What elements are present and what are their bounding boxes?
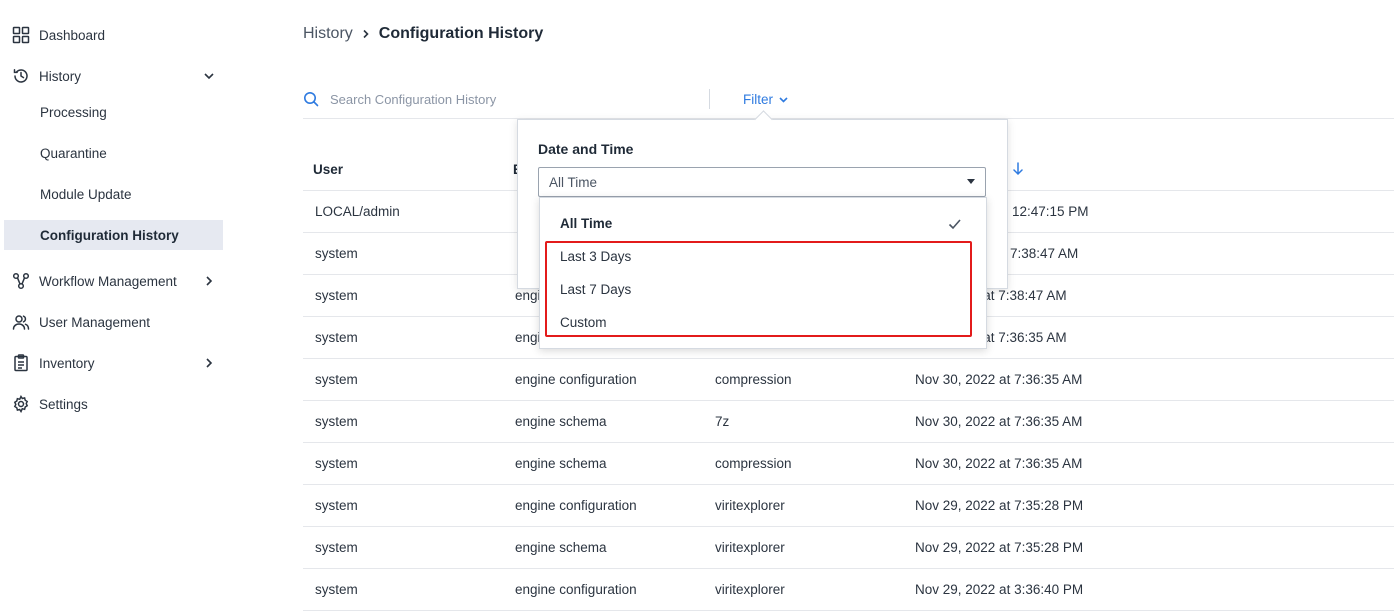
sidebar-item-label: Dashboard [39, 27, 106, 43]
table-row[interactable]: system engine schema viritexplorer Nov 29, … [303, 526, 1394, 569]
cell-date: 7:38:47 AM [1010, 245, 1079, 261]
cell-date: Nov 30, 2022 at 7:36:35 AM [915, 371, 1083, 387]
option-custom[interactable]: Custom [560, 310, 607, 334]
sidebar-item-label: History [39, 68, 82, 84]
sidebar-item-history[interactable]: History [0, 61, 230, 91]
cell-date: Nov 30, 2022 at 7:36:35 AM [915, 455, 1083, 471]
sidebar-item-user-management[interactable]: User Management [0, 307, 230, 337]
popover-arrow [754, 110, 773, 129]
cell-module: compression [715, 371, 792, 387]
users-icon [12, 313, 30, 331]
search-bar [303, 88, 703, 110]
cell-user: system [315, 497, 358, 513]
cell-event: engine configuration [515, 371, 637, 387]
sidebar-subitem-configuration-history[interactable]: Configuration History [4, 220, 223, 250]
filter-label: Filter [743, 91, 773, 107]
cell-module: 7z [715, 413, 730, 429]
select-value: All Time [549, 174, 598, 190]
sidebar-item-label: Inventory [39, 355, 95, 371]
date-time-select[interactable]: All Time [538, 167, 986, 197]
table-row[interactable]: system engine configuration compression Nov… [303, 358, 1394, 401]
cell-event: engine schema [515, 455, 607, 471]
cell-user: system [315, 245, 358, 261]
dashboard-icon [12, 26, 30, 44]
cell-module: viritexplorer [715, 581, 785, 597]
chevron-down-icon[interactable] [201, 68, 217, 84]
cell-event: engine schema [515, 413, 607, 429]
workflow-icon [12, 272, 30, 290]
sort-arrow-down-icon[interactable] [1011, 161, 1025, 177]
sidebar: Dashboard History Processing Quarantine … [0, 0, 230, 612]
sidebar-item-label: Module Update [40, 186, 132, 202]
cell-date: Nov 29, 2022 at 7:35:28 PM [915, 539, 1084, 555]
chevron-down-icon [778, 94, 789, 105]
sidebar-item-label: Processing [40, 104, 107, 120]
date-time-label: Date and Time [538, 141, 634, 157]
cell-event: engine configuration [515, 581, 637, 597]
sidebar-item-label: Quarantine [40, 145, 107, 161]
sidebar-subitem-processing[interactable]: Processing [4, 97, 223, 127]
search-input[interactable] [328, 90, 692, 108]
cell-module: viritexplorer [715, 539, 785, 555]
sidebar-item-inventory[interactable]: Inventory [0, 348, 230, 378]
sidebar-item-dashboard[interactable]: Dashboard [0, 20, 230, 50]
option-last-3-days[interactable]: Last 3 Days [560, 244, 631, 268]
clipboard-icon [12, 354, 30, 372]
cell-user: system [315, 455, 358, 471]
cell-user: system [315, 371, 358, 387]
sidebar-subitem-module-update[interactable]: Module Update [4, 179, 223, 209]
check-icon [947, 216, 965, 234]
cell-date: Nov 30, 2022 at 7:36:35 AM [915, 413, 1083, 429]
chevron-right-icon[interactable] [201, 273, 217, 289]
caret-down-icon [967, 179, 975, 184]
cell-user: system [315, 581, 358, 597]
cell-module: viritexplorer [715, 497, 785, 513]
breadcrumb: History Configuration History [303, 24, 543, 44]
search-icon [303, 91, 319, 107]
sidebar-item-label: Workflow Management [39, 273, 177, 289]
sidebar-item-workflow-management[interactable]: Workflow Management [0, 266, 230, 296]
column-header-user[interactable]: User [313, 148, 343, 190]
page-title: Configuration History [378, 25, 544, 42]
table-row[interactable]: system engine configuration viritexplorer N… [303, 484, 1394, 527]
cell-user: system [315, 287, 358, 303]
cell-event: engine configuration [515, 497, 637, 513]
sidebar-item-label: User Management [39, 314, 151, 330]
cell-user: LOCAL/admin [315, 203, 400, 219]
gear-icon [12, 395, 30, 413]
option-last-7-days[interactable]: Last 7 Days [560, 277, 631, 301]
breadcrumb-history-link[interactable]: History [303, 25, 353, 43]
chevron-right-icon[interactable] [201, 355, 217, 371]
chevron-right-icon [361, 29, 371, 39]
cell-user: system [315, 413, 358, 429]
cell-module: compression [715, 455, 792, 471]
sidebar-subitem-quarantine[interactable]: Quarantine [4, 138, 223, 168]
cell-date: Nov 29, 2022 at 7:35:28 PM [915, 497, 1084, 513]
table-row[interactable]: system engine configuration viritexplorer N… [303, 568, 1394, 611]
divider [709, 89, 710, 109]
filter-button[interactable]: Filter [743, 90, 789, 108]
table-row[interactable]: system engine schema compression Nov 30, 20… [303, 442, 1394, 485]
sidebar-item-settings[interactable]: Settings [0, 389, 230, 419]
cell-event: engine schema [515, 539, 607, 555]
cell-user: system [315, 539, 358, 555]
sidebar-item-label: Settings [39, 396, 88, 412]
sidebar-item-label: Configuration History [40, 227, 179, 243]
date-time-dropdown: All Time Last 3 Days Last 7 Days Custom [539, 197, 987, 349]
cell-user: system [315, 329, 358, 345]
option-all-time[interactable]: All Time [560, 211, 612, 235]
cell-date: Nov 29, 2022 at 3:36:40 PM [915, 581, 1084, 597]
table-row[interactable]: system engine schema 7z Nov 30, 2022 at 7:3… [303, 400, 1394, 443]
history-icon [12, 67, 30, 85]
cell-date: 12:47:15 PM [1012, 203, 1089, 219]
